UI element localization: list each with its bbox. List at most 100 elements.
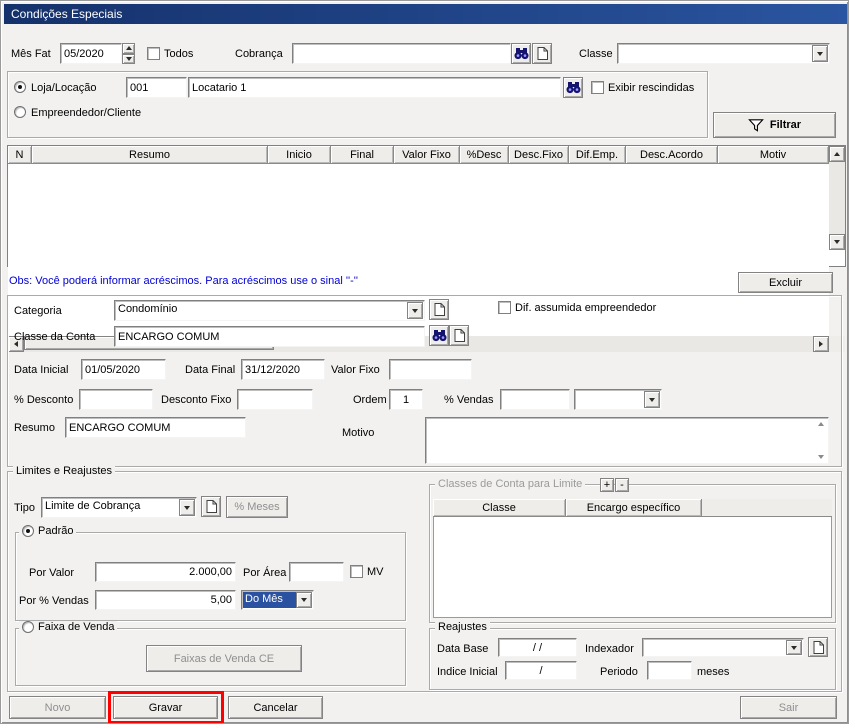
- reajustes-title: Reajustes: [435, 621, 490, 633]
- col-perc-desc[interactable]: %Desc: [460, 146, 509, 164]
- periodo-combo[interactable]: Do Mês: [241, 590, 314, 610]
- por-perc-vendas-input[interactable]: [95, 590, 236, 610]
- chevron-down-icon[interactable]: [812, 45, 828, 62]
- desconto-fixo-label: Desconto Fixo: [161, 394, 232, 406]
- loja-code-input[interactable]: [126, 77, 187, 98]
- cancelar-label: Cancelar: [253, 701, 298, 714]
- perc-desconto-input[interactable]: [79, 389, 153, 410]
- cancelar-button[interactable]: Cancelar: [228, 696, 323, 719]
- col-desc-acordo[interactable]: Desc.Acordo: [626, 146, 718, 164]
- tipo-label: Tipo: [14, 502, 35, 514]
- faixa-venda-radio[interactable]: [22, 621, 34, 633]
- tipo-new-button[interactable]: [201, 496, 221, 517]
- chevron-down-icon[interactable]: [179, 499, 195, 516]
- novo-button[interactable]: Novo: [9, 696, 106, 719]
- indice-inicial-label: Indice Inicial: [437, 666, 498, 678]
- mv-checkbox[interactable]: [350, 565, 363, 578]
- col-desc-fixo[interactable]: Desc.Fixo: [509, 146, 569, 164]
- periodo-combo-value: Do Mês: [243, 592, 296, 608]
- col-final[interactable]: Final: [331, 146, 394, 164]
- indice-inicial-input[interactable]: [505, 661, 577, 680]
- col-encargo-especifico[interactable]: Encargo específico: [566, 499, 702, 517]
- spin-up-icon[interactable]: [122, 43, 135, 54]
- sair-label: Sair: [778, 701, 799, 714]
- padrao-radio[interactable]: [22, 525, 34, 537]
- categoria-combo[interactable]: Condomínio: [114, 300, 425, 321]
- gravar-button[interactable]: Gravar: [113, 696, 218, 719]
- cobranca-input[interactable]: [292, 43, 511, 64]
- data-base-input[interactable]: [498, 638, 577, 657]
- faixas-venda-ce-button[interactable]: Faixas de Venda CE: [146, 645, 302, 672]
- scroll-down-icon[interactable]: [829, 234, 845, 250]
- loja-name-input[interactable]: [188, 77, 561, 98]
- mes-fat-input[interactable]: [60, 43, 122, 64]
- gravar-label: Gravar: [148, 701, 183, 714]
- perc-vendas-period-combo[interactable]: [574, 389, 662, 410]
- mes-fat-spinner[interactable]: [122, 43, 135, 64]
- col-n[interactable]: N: [8, 146, 32, 164]
- cobranca-search-button[interactable]: [511, 43, 531, 64]
- indexador-combo[interactable]: [642, 638, 804, 657]
- classe-conta-search-button[interactable]: [429, 325, 449, 346]
- desconto-fixo-input[interactable]: [237, 389, 313, 410]
- chevron-down-icon[interactable]: [786, 640, 802, 655]
- loja-locacao-label: Loja/Locação: [31, 82, 97, 94]
- resumo-input[interactable]: [65, 417, 246, 438]
- col-motivo[interactable]: Motiv: [718, 146, 829, 164]
- ordem-input[interactable]: [389, 389, 423, 410]
- titlebar[interactable]: Condições Especiais: [4, 4, 847, 24]
- classe-conta-input[interactable]: [114, 326, 425, 347]
- todos-checkbox[interactable]: [147, 47, 160, 60]
- col-resumo[interactable]: Resumo: [32, 146, 268, 164]
- exibir-rescindidas-checkbox[interactable]: [591, 81, 604, 94]
- indexador-new-button[interactable]: [808, 637, 828, 657]
- motivo-textarea[interactable]: [425, 417, 829, 464]
- scroll-up-icon[interactable]: [829, 146, 845, 162]
- excluir-button[interactable]: Excluir: [738, 272, 833, 293]
- classe-combo[interactable]: [617, 43, 830, 64]
- data-final-input[interactable]: [241, 359, 325, 380]
- sair-button[interactable]: Sair: [740, 696, 837, 719]
- dif-assumida-checkbox[interactable]: [498, 301, 511, 314]
- por-valor-input[interactable]: [95, 562, 236, 582]
- chevron-down-icon[interactable]: [644, 391, 660, 408]
- classes-table-body[interactable]: [433, 517, 832, 618]
- periodo-label: Periodo: [600, 666, 638, 678]
- grid-body[interactable]: [8, 250, 829, 336]
- classes-remove-button[interactable]: -: [615, 478, 629, 492]
- loja-locacao-radio[interactable]: [14, 81, 26, 93]
- classes-add-button[interactable]: +: [600, 478, 614, 492]
- cobranca-new-button[interactable]: [532, 43, 552, 64]
- col-dif-emp[interactable]: Dif.Emp.: [569, 146, 626, 164]
- valor-fixo-input[interactable]: [389, 359, 472, 380]
- col-inicio[interactable]: Inicio: [268, 146, 331, 164]
- faixa-venda-legend: Faixa de Venda: [19, 621, 118, 633]
- filtrar-button[interactable]: Filtrar: [713, 112, 836, 138]
- categoria-new-button[interactable]: [429, 299, 449, 320]
- chevron-down-icon[interactable]: [407, 302, 423, 319]
- padrao-legend: Padrão: [19, 525, 77, 537]
- novo-label: Novo: [44, 701, 71, 714]
- scroll-up-icon[interactable]: [816, 420, 826, 428]
- document-icon: [434, 303, 445, 316]
- spin-down-icon[interactable]: [122, 53, 135, 64]
- data-inicial-input[interactable]: [81, 359, 166, 380]
- perc-vendas-input[interactable]: [500, 389, 570, 410]
- tipo-combo[interactable]: Limite de Cobrança: [41, 497, 197, 518]
- col-valor-fixo[interactable]: Valor Fixo: [394, 146, 460, 164]
- scroll-right-icon[interactable]: [813, 336, 829, 352]
- motivo-value: [426, 419, 430, 431]
- grid-vertical-scrollbar[interactable]: [829, 146, 845, 250]
- classe-conta-new-button[interactable]: [449, 325, 469, 346]
- por-area-input[interactable]: [289, 562, 344, 582]
- empreendedor-radio[interactable]: [14, 106, 26, 118]
- vscroll-track[interactable]: [829, 162, 845, 234]
- scroll-down-icon[interactable]: [816, 453, 826, 461]
- col-classe[interactable]: Classe: [433, 499, 566, 517]
- loja-search-button[interactable]: [563, 77, 583, 98]
- padrao-label: Padrão: [38, 525, 74, 537]
- chevron-down-icon[interactable]: [296, 592, 312, 608]
- perc-meses-button[interactable]: % Meses: [226, 496, 288, 518]
- ordem-label: Ordem: [353, 394, 387, 406]
- periodo-input[interactable]: [647, 661, 692, 680]
